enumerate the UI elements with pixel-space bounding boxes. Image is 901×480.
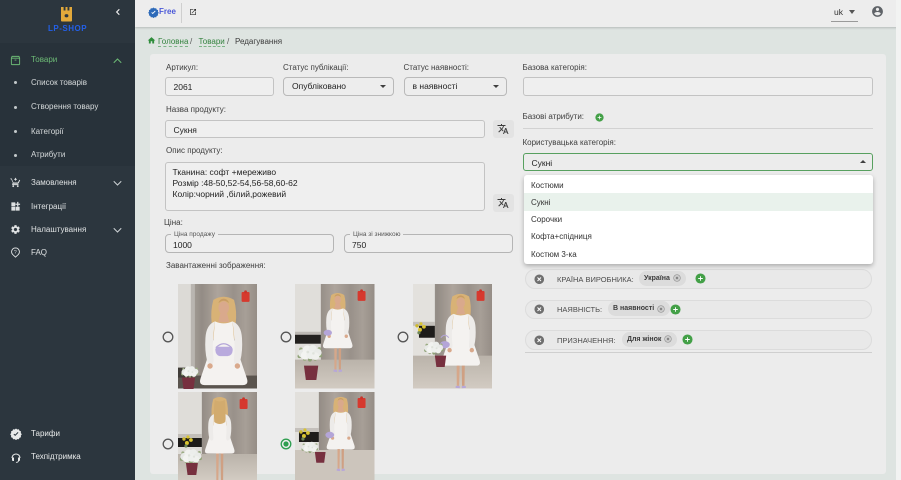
svg-text:?: ?	[14, 250, 17, 256]
